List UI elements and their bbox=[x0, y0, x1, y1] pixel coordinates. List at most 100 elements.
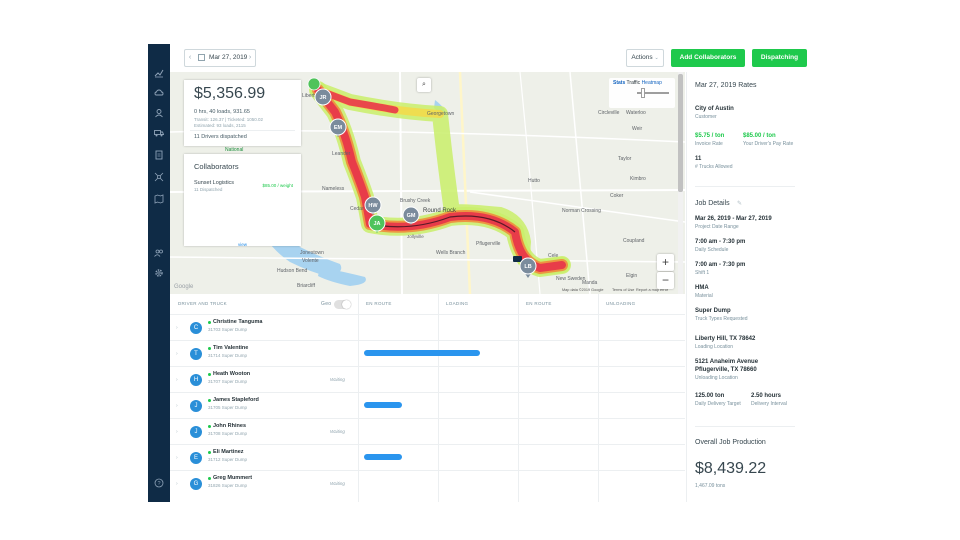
map-marker[interactable]: LB bbox=[524, 264, 531, 270]
dispatching-button[interactable]: Dispatching bbox=[752, 49, 807, 67]
view-link[interactable]: view bbox=[184, 242, 301, 247]
expand-icon[interactable]: › bbox=[176, 455, 178, 461]
expand-icon[interactable]: › bbox=[176, 351, 178, 357]
map-label: Elgin bbox=[626, 273, 637, 279]
map-marker[interactable]: GM bbox=[407, 213, 416, 219]
invoice-rate-label: Invoice Rate bbox=[695, 141, 723, 147]
map-terms-link[interactable]: Terms of Use bbox=[612, 288, 634, 292]
expand-icon[interactable]: › bbox=[176, 325, 178, 331]
map-marker[interactable]: JR bbox=[319, 95, 326, 101]
table-row[interactable]: › J James Stapleford 31705 Super Dump bbox=[170, 392, 685, 418]
toggle-stats[interactable]: Stats bbox=[613, 80, 625, 86]
avatar: J bbox=[190, 400, 202, 412]
driver-name[interactable]: Eli Martinez bbox=[213, 449, 244, 455]
collaborator-company: Sunset Logistics bbox=[194, 180, 235, 186]
chevron-left-icon[interactable]: ‹ bbox=[185, 50, 195, 66]
cloud-icon[interactable] bbox=[153, 88, 165, 100]
actions-dropdown[interactable]: Actions ⌄ bbox=[626, 49, 664, 67]
toggle-heatmap[interactable]: Heatmap bbox=[642, 80, 662, 86]
map-label: Georgetown bbox=[427, 111, 454, 117]
online-status-dot bbox=[208, 373, 211, 376]
map-marker[interactable]: JA bbox=[373, 221, 380, 227]
truck-id: 31705 Super Dump bbox=[208, 405, 248, 410]
table-row[interactable]: › E Eli Martinez 31712 Super Dump bbox=[170, 444, 685, 470]
map-label: Coupland bbox=[623, 238, 645, 244]
driver-name[interactable]: John Rhines bbox=[213, 423, 246, 429]
avatar: H bbox=[190, 374, 202, 386]
zoom-in-button[interactable]: + bbox=[657, 254, 674, 271]
driver-pay-rate-label: Your Driver's Pay Rate bbox=[743, 141, 794, 147]
material-label: Material bbox=[695, 293, 713, 299]
table-row[interactable]: › G Greg Mummert 31826 Super Dump Waiting bbox=[170, 470, 685, 496]
truck-id: 31703 Super Dump bbox=[208, 327, 248, 332]
expand-icon[interactable]: › bbox=[176, 429, 178, 435]
drivers-dispatched: 11 Drivers dispatched bbox=[194, 134, 247, 140]
heatmap-slider-handle[interactable] bbox=[641, 88, 645, 98]
network-icon[interactable] bbox=[153, 172, 165, 184]
driver-table: DRIVER AND TRUCK Geo EN ROUTE LOADING EN… bbox=[170, 294, 685, 502]
map-marker[interactable]: HW bbox=[368, 203, 378, 209]
map-label: Norman Crossing bbox=[562, 208, 601, 214]
table-row[interactable]: › J John Rhines 31708 Super Dump Waiting bbox=[170, 418, 685, 444]
expand-icon[interactable]: › bbox=[176, 377, 178, 383]
rates-title: Mar 27, 2019 Rates bbox=[695, 82, 757, 89]
geo-label: Geo bbox=[321, 301, 332, 307]
column-header: EN ROUTE bbox=[366, 301, 392, 306]
production-title: Overall Job Production bbox=[695, 439, 766, 446]
driver-status: Waiting bbox=[330, 429, 345, 434]
zoom-out-button[interactable]: − bbox=[657, 272, 674, 289]
date-picker[interactable]: ‹ Mar 27, 2019 › bbox=[184, 49, 256, 67]
map-label: Hudson Bend bbox=[277, 268, 308, 274]
toggle-traffic[interactable]: Traffic bbox=[627, 80, 641, 86]
table-row[interactable]: › T Tim Valentine 31714 Super Dump bbox=[170, 340, 685, 366]
chevron-right-icon[interactable]: › bbox=[245, 50, 255, 66]
collaborator-rate: $85.00 / weight bbox=[262, 183, 293, 188]
expand-icon[interactable]: › bbox=[176, 481, 178, 487]
driver-name[interactable]: James Stapleford bbox=[213, 397, 259, 403]
transit-summary: Transit: 126.37 | Ticketed: 1050.02 bbox=[194, 117, 264, 122]
table-row[interactable]: › H Heath Wooton 31707 Super Dump Waiting bbox=[170, 366, 685, 392]
column-header: EN ROUTE bbox=[526, 301, 552, 306]
divider bbox=[695, 186, 795, 187]
map-search-button[interactable]: ⌕ bbox=[417, 78, 431, 92]
truck-id: 31826 Super Dump bbox=[208, 483, 248, 488]
delivery-target-label: Daily Delivery Target bbox=[695, 401, 741, 407]
help-icon[interactable]: ? bbox=[153, 478, 165, 490]
gear-icon[interactable] bbox=[153, 268, 165, 280]
table-row[interactable]: › C Christine Tanguma 31703 Super Dump bbox=[170, 314, 685, 340]
actions-label: Actions bbox=[631, 54, 653, 61]
driver-name[interactable]: Heath Wooton bbox=[213, 371, 250, 377]
truck-icon[interactable] bbox=[153, 128, 165, 140]
add-collaborators-button[interactable]: Add Collaborators bbox=[671, 49, 745, 67]
map[interactable]: Georgetown Leander Cedar Park Brushy Cre… bbox=[170, 72, 685, 294]
svg-text:?: ? bbox=[157, 481, 160, 487]
top-bar: ‹ Mar 27, 2019 › Actions ⌄ Add Collabora… bbox=[170, 44, 812, 72]
google-logo: Google bbox=[174, 284, 194, 290]
expand-icon[interactable]: › bbox=[176, 403, 178, 409]
users-icon[interactable] bbox=[153, 108, 165, 120]
geo-toggle[interactable] bbox=[334, 300, 351, 309]
chart-icon[interactable] bbox=[153, 68, 165, 80]
document-icon[interactable] bbox=[153, 150, 165, 162]
column-header: UNLOADING bbox=[606, 301, 636, 306]
map-icon[interactable] bbox=[153, 194, 165, 206]
driver-name[interactable]: Greg Mummert bbox=[213, 475, 252, 481]
stats-card: $5,356.99 0 hrs, 40 loads, 931.65 Transi… bbox=[184, 80, 301, 146]
map-label: Wells Branch bbox=[436, 250, 466, 256]
delivery-interval: 2.50 hours bbox=[751, 393, 782, 399]
date-range: Mar 26, 2019 - Mar 27, 2019 bbox=[695, 216, 772, 222]
truck-type-label: Truck Types Requested bbox=[695, 316, 748, 322]
truck-id: 31708 Super Dump bbox=[208, 431, 248, 436]
map-label: Taylor bbox=[618, 156, 632, 162]
online-status-dot bbox=[208, 321, 211, 324]
edit-icon[interactable]: ✎ bbox=[737, 200, 742, 207]
delivery-interval-label: Delivery Interval bbox=[751, 401, 787, 407]
map-marker[interactable]: EM bbox=[334, 125, 343, 131]
map-label: National bbox=[225, 147, 243, 153]
driver-name[interactable]: Tim Valentine bbox=[213, 345, 248, 351]
driver-name[interactable]: Christine Tanguma bbox=[213, 319, 262, 325]
trucks-allowed-label: # Trucks Allowed bbox=[695, 164, 733, 170]
team-icon[interactable] bbox=[153, 248, 165, 260]
online-status-dot bbox=[208, 399, 211, 402]
truck-id: 31712 Super Dump bbox=[208, 457, 248, 462]
